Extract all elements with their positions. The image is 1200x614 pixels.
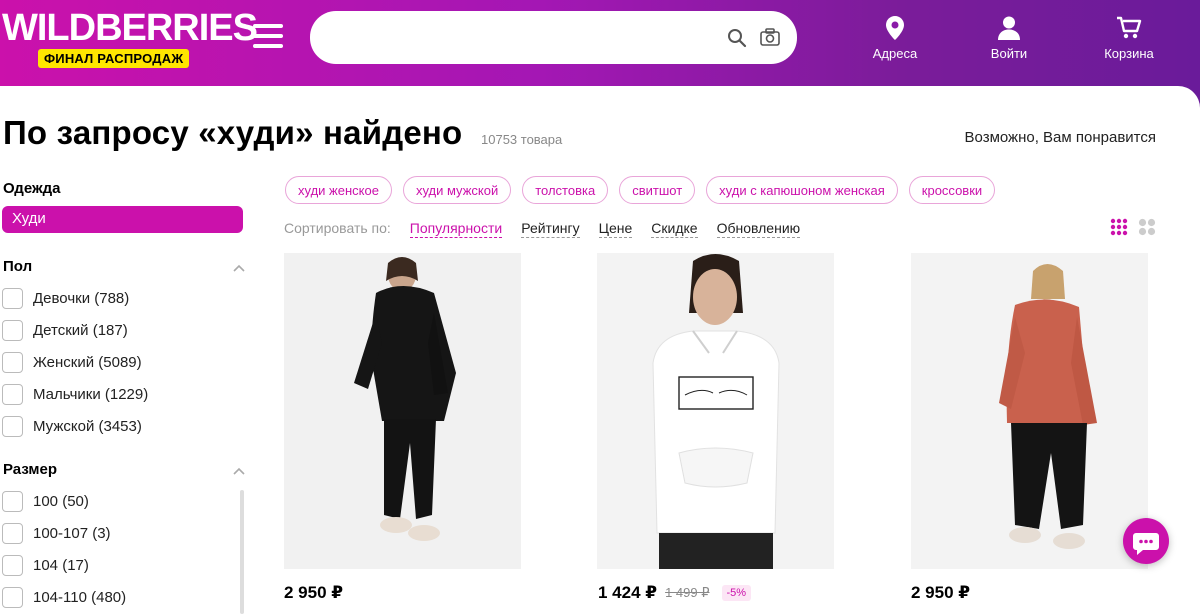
addresses-link[interactable]: Адреса (862, 14, 928, 61)
chevron-up-icon[interactable] (233, 467, 245, 475)
sort-bar: Сортировать по: Популярности Рейтингу Це… (284, 220, 819, 238)
size-option-label: 104-110 (480) (33, 588, 127, 606)
promo-badge: ФИНАЛ РАСПРОДАЖ (38, 49, 190, 68)
size-option[interactable]: 100-107 (3) (2, 522, 111, 544)
addresses-label: Адреса (872, 46, 918, 61)
gender-option[interactable]: Мужской (3453) (2, 415, 142, 437)
gender-option-label: Детский (187) (33, 321, 128, 339)
search-icon[interactable] (727, 28, 747, 48)
grid-view-icon[interactable] (1110, 218, 1128, 236)
gender-option-label: Девочки (788) (33, 289, 130, 307)
gender-option[interactable]: Девочки (788) (2, 287, 129, 309)
product-old-price: 1 499 ₽ (665, 585, 710, 600)
search-chip[interactable]: свитшот (619, 176, 696, 204)
gender-option[interactable]: Мальчики (1229) (2, 383, 148, 405)
product-price-row: 2 950 ₽ (284, 583, 351, 603)
size-filter-heading[interactable]: Размер (3, 461, 57, 478)
product-image[interactable] (911, 253, 1148, 569)
sort-updated[interactable]: Обновлению (716, 220, 801, 238)
size-option[interactable]: 104 (17) (2, 554, 89, 576)
checkbox[interactable] (2, 490, 23, 512)
product-price: 2 950 ₽ (284, 583, 344, 602)
checkbox[interactable] (2, 383, 23, 405)
gender-option-label: Мальчики (1229) (33, 385, 149, 403)
sort-label: Сортировать по: (284, 220, 391, 236)
checkbox[interactable] (2, 351, 23, 373)
search-chip[interactable]: худи мужской (402, 176, 512, 204)
gender-option[interactable]: Детский (187) (2, 319, 128, 341)
gender-option-label: Женский (5089) (33, 353, 142, 371)
logo-text: WILDBERRIES (2, 7, 258, 49)
cart-icon (1117, 16, 1142, 39)
sort-popularity[interactable]: Популярности (409, 220, 503, 238)
size-option[interactable]: 104-110 (480) (2, 586, 126, 608)
checkbox[interactable] (2, 415, 23, 437)
user-icon (998, 16, 1020, 40)
search-input[interactable] (330, 23, 710, 53)
gender-option[interactable]: Женский (5089) (2, 351, 142, 373)
size-option-label: 100 (50) (33, 492, 89, 510)
sort-price[interactable]: Цене (598, 220, 633, 238)
product-card[interactable] (597, 253, 834, 569)
logo[interactable]: WILDBERRIES ФИНАЛ РАСПРОДАЖ (2, 7, 258, 70)
category-heading: Одежда (3, 180, 61, 197)
sidebar-scrollbar[interactable] (240, 490, 244, 614)
checkbox[interactable] (2, 586, 23, 608)
product-card[interactable] (284, 253, 521, 569)
checkbox[interactable] (2, 287, 23, 309)
product-price-row: 1 424 ₽ 1 499 ₽ -5% (598, 583, 752, 603)
discount-badge: -5% (721, 585, 752, 601)
gender-option-label: Мужской (3453) (33, 417, 142, 435)
login-link[interactable]: Войти (984, 14, 1034, 61)
large-view-icon[interactable] (1138, 218, 1156, 236)
menu-icon[interactable] (253, 24, 283, 50)
category-item-active[interactable]: Худи (2, 206, 243, 233)
login-label: Войти (990, 46, 1028, 61)
related-search-chips: худи женское худи мужской толстовка свит… (285, 176, 996, 204)
chat-button[interactable] (1123, 518, 1169, 564)
sort-discount[interactable]: Скидке (651, 220, 698, 238)
chevron-up-icon[interactable] (233, 264, 245, 272)
cart-link[interactable]: Корзина (1100, 14, 1158, 61)
product-price: 1 424 ₽ (598, 583, 658, 602)
camera-icon[interactable] (760, 28, 780, 46)
size-option[interactable]: 100 (50) (2, 490, 89, 512)
size-option-label: 100-107 (3) (33, 524, 111, 542)
product-price-row: 2 950 ₽ (911, 583, 978, 603)
search-chip[interactable]: кроссовки (908, 176, 996, 204)
product-image[interactable] (597, 253, 834, 569)
gender-filter-heading[interactable]: Пол (3, 258, 32, 275)
product-price: 2 950 ₽ (911, 583, 971, 602)
product-card[interactable] (911, 253, 1148, 569)
checkbox[interactable] (2, 554, 23, 576)
location-pin-icon (886, 16, 904, 40)
search-chip[interactable]: худи с капюшоном женская (706, 176, 898, 204)
page-title: По запросу «худи» найдено (3, 114, 463, 151)
size-option-label: 104 (17) (33, 556, 89, 574)
search-chip[interactable]: толстовка (522, 176, 609, 204)
product-image[interactable] (284, 253, 521, 569)
result-count: 10753 товара (481, 132, 563, 147)
search-chip[interactable]: худи женское (285, 176, 392, 204)
search-bar (310, 11, 797, 64)
cart-label: Корзина (1104, 46, 1154, 61)
checkbox[interactable] (2, 319, 23, 341)
sort-rating[interactable]: Рейтингу (521, 220, 580, 238)
checkbox[interactable] (2, 522, 23, 544)
recommendations-link[interactable]: Возможно, Вам понравится (965, 129, 1156, 146)
chat-icon (1133, 533, 1159, 555)
